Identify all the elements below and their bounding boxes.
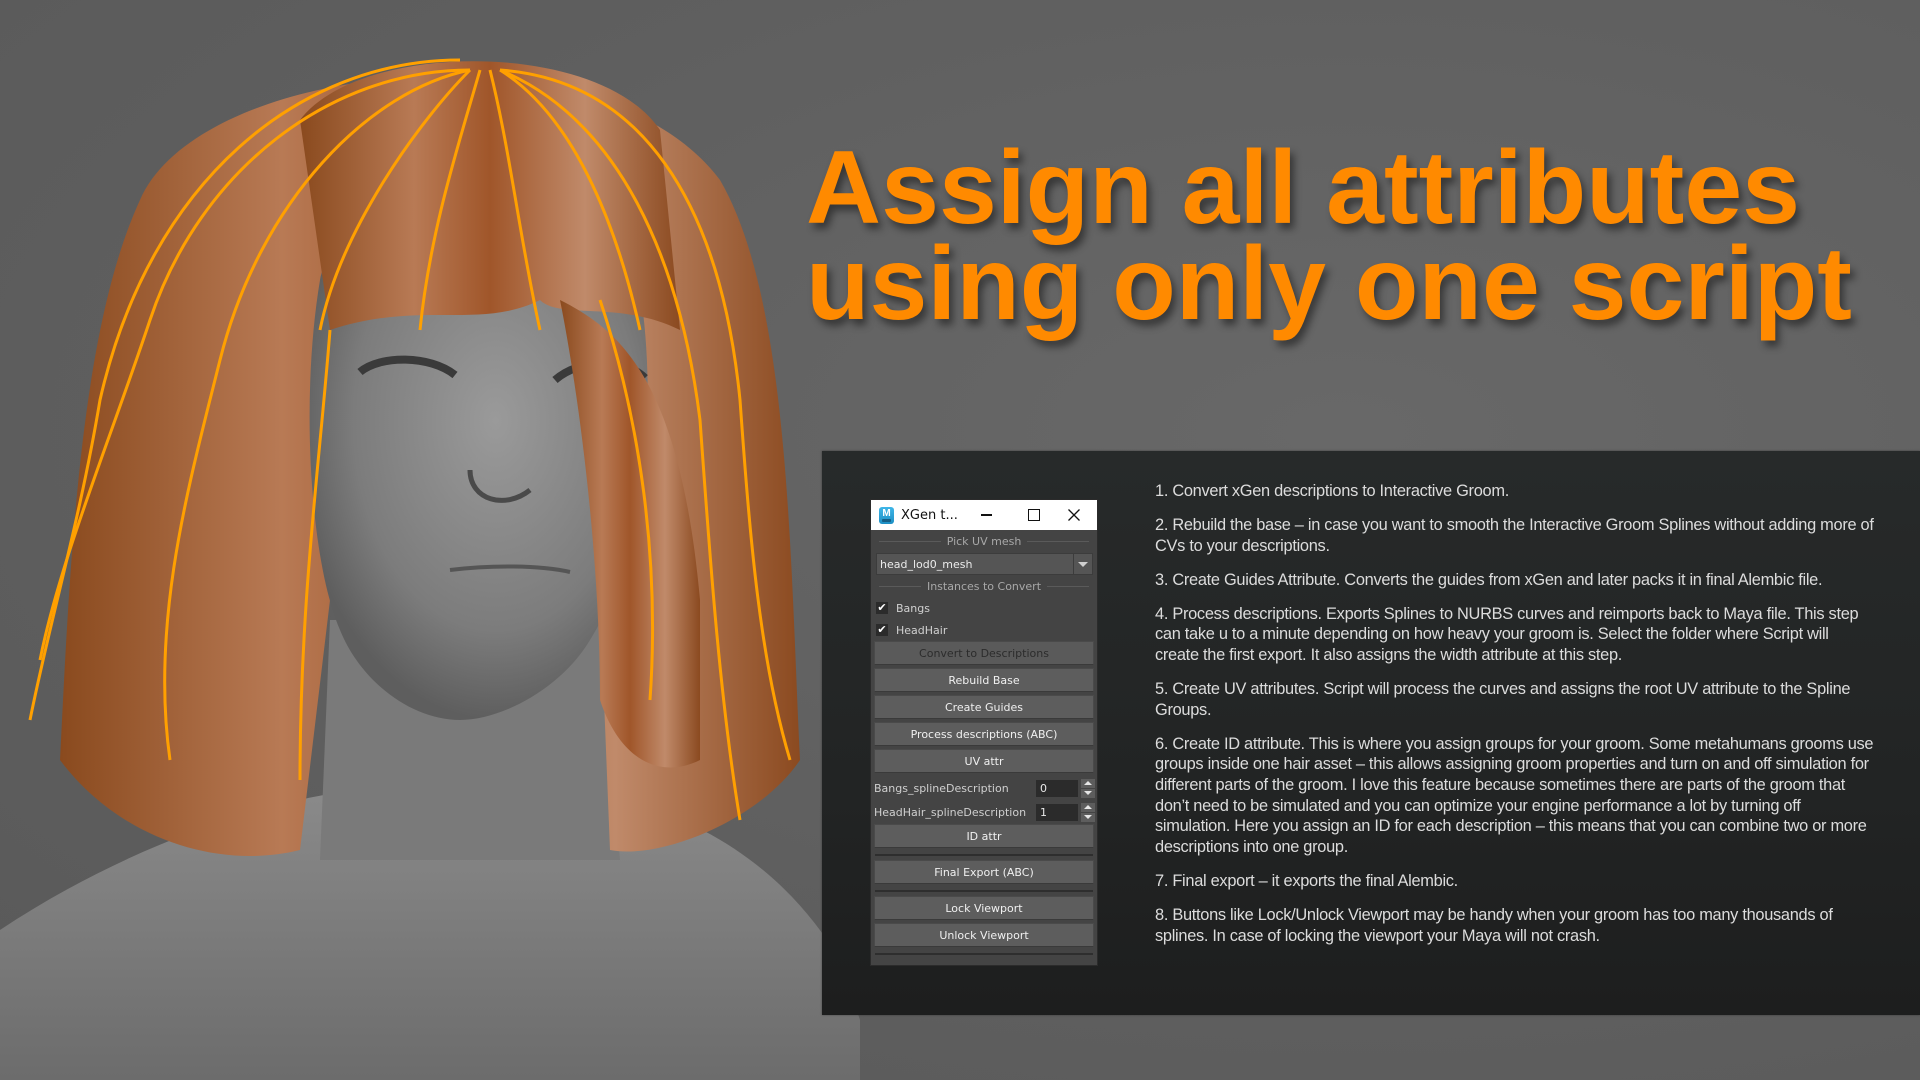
spin-up-button[interactable] [1081, 802, 1095, 812]
instruction-step: 3. Create Guides Attribute. Converts the… [1155, 570, 1823, 589]
window-title: XGen t... [901, 507, 958, 523]
id-field-stepper[interactable] [1081, 802, 1095, 822]
id-field-stepper[interactable] [1081, 778, 1095, 798]
arrow-up-icon [1084, 805, 1092, 809]
id-field-label: HeadHair_splineDescription [874, 805, 1027, 819]
id-field-row: Bangs_splineDescription 0 [873, 776, 1095, 800]
headline-line-1: Assign all attributes [806, 130, 1800, 246]
instruction-step: 6. Create ID attribute. This is where yo… [1155, 734, 1874, 856]
maya-icon: M [879, 506, 894, 524]
divider [873, 851, 1095, 860]
arrow-down-icon [1084, 791, 1092, 795]
minimize-icon [980, 514, 992, 516]
checkmark-icon[interactable]: ✔ [876, 602, 888, 614]
lock-viewport-button[interactable]: Lock Viewport [874, 896, 1094, 920]
checkbox-label: Bangs [896, 601, 930, 615]
chevron-down-icon [1078, 561, 1088, 567]
arrow-up-icon [1084, 781, 1092, 785]
instruction-step: 1. Convert xGen descriptions to Interact… [1155, 482, 1509, 500]
id-field-row: HeadHair_splineDescription 1 [873, 800, 1095, 824]
create-guides-button[interactable]: Create Guides [874, 695, 1094, 719]
id-field-input[interactable]: 1 [1036, 803, 1078, 821]
spin-down-button[interactable] [1081, 788, 1095, 798]
spin-down-button[interactable] [1081, 812, 1095, 822]
convert-to-descriptions-button[interactable]: Convert to Descriptions [874, 641, 1094, 665]
instances-label: Instances to Convert [873, 575, 1095, 597]
uv-mesh-value: head_lod0_mesh [880, 557, 973, 571]
id-attr-button[interactable]: ID attr [874, 824, 1094, 848]
spin-up-button[interactable] [1081, 778, 1095, 788]
headline: Assign all attributes using only one scr… [806, 130, 1916, 342]
minimize-button[interactable] [963, 500, 1009, 530]
arrow-down-icon [1084, 815, 1092, 819]
checkbox-headhair[interactable]: ✔ HeadHair [873, 619, 1095, 641]
window-titlebar[interactable]: M XGen t... [871, 500, 1097, 530]
close-button[interactable] [1051, 500, 1097, 530]
divider [873, 950, 1095, 959]
instruction-step: 5. Create UV attributes. Script will pro… [1155, 680, 1851, 719]
pick-uv-mesh-label: Pick UV mesh [873, 530, 1095, 552]
close-icon [1068, 509, 1080, 521]
xgen-tool-window: M XGen t... Pick UV mesh head_lod0_mesh … [870, 499, 1098, 966]
checkbox-bangs[interactable]: ✔ Bangs [873, 597, 1095, 619]
uv-mesh-dropdown[interactable]: head_lod0_mesh [876, 553, 1093, 575]
process-descriptions-button[interactable]: Process descriptions (ABC) [874, 722, 1094, 746]
maximize-icon [1028, 509, 1040, 521]
dropdown-arrow[interactable] [1073, 554, 1092, 574]
uv-attr-button[interactable]: UV attr [874, 749, 1094, 773]
unlock-viewport-button[interactable]: Unlock Viewport [874, 923, 1094, 947]
checkbox-label: HeadHair [896, 623, 948, 637]
instructions-list: 1. Convert xGen descriptions to Interact… [1155, 481, 1875, 960]
checkmark-icon[interactable]: ✔ [876, 624, 888, 636]
instruction-step: 8. Buttons like Lock/Unlock Viewport may… [1155, 906, 1833, 945]
instruction-step: 2. Rebuild the base – in case you want t… [1155, 516, 1874, 555]
headline-line-2: using only one script [806, 226, 1852, 342]
id-field-label: Bangs_splineDescription [874, 781, 1009, 795]
final-export-button[interactable]: Final Export (ABC) [874, 860, 1094, 884]
viewport-render [0, 58, 860, 1080]
divider [873, 887, 1095, 896]
id-field-input[interactable]: 0 [1036, 779, 1078, 797]
instruction-step: 4. Process descriptions. Exports Splines… [1155, 604, 1859, 665]
rebuild-base-button[interactable]: Rebuild Base [874, 668, 1094, 692]
instruction-step: 7. Final export – it exports the final A… [1155, 871, 1458, 890]
